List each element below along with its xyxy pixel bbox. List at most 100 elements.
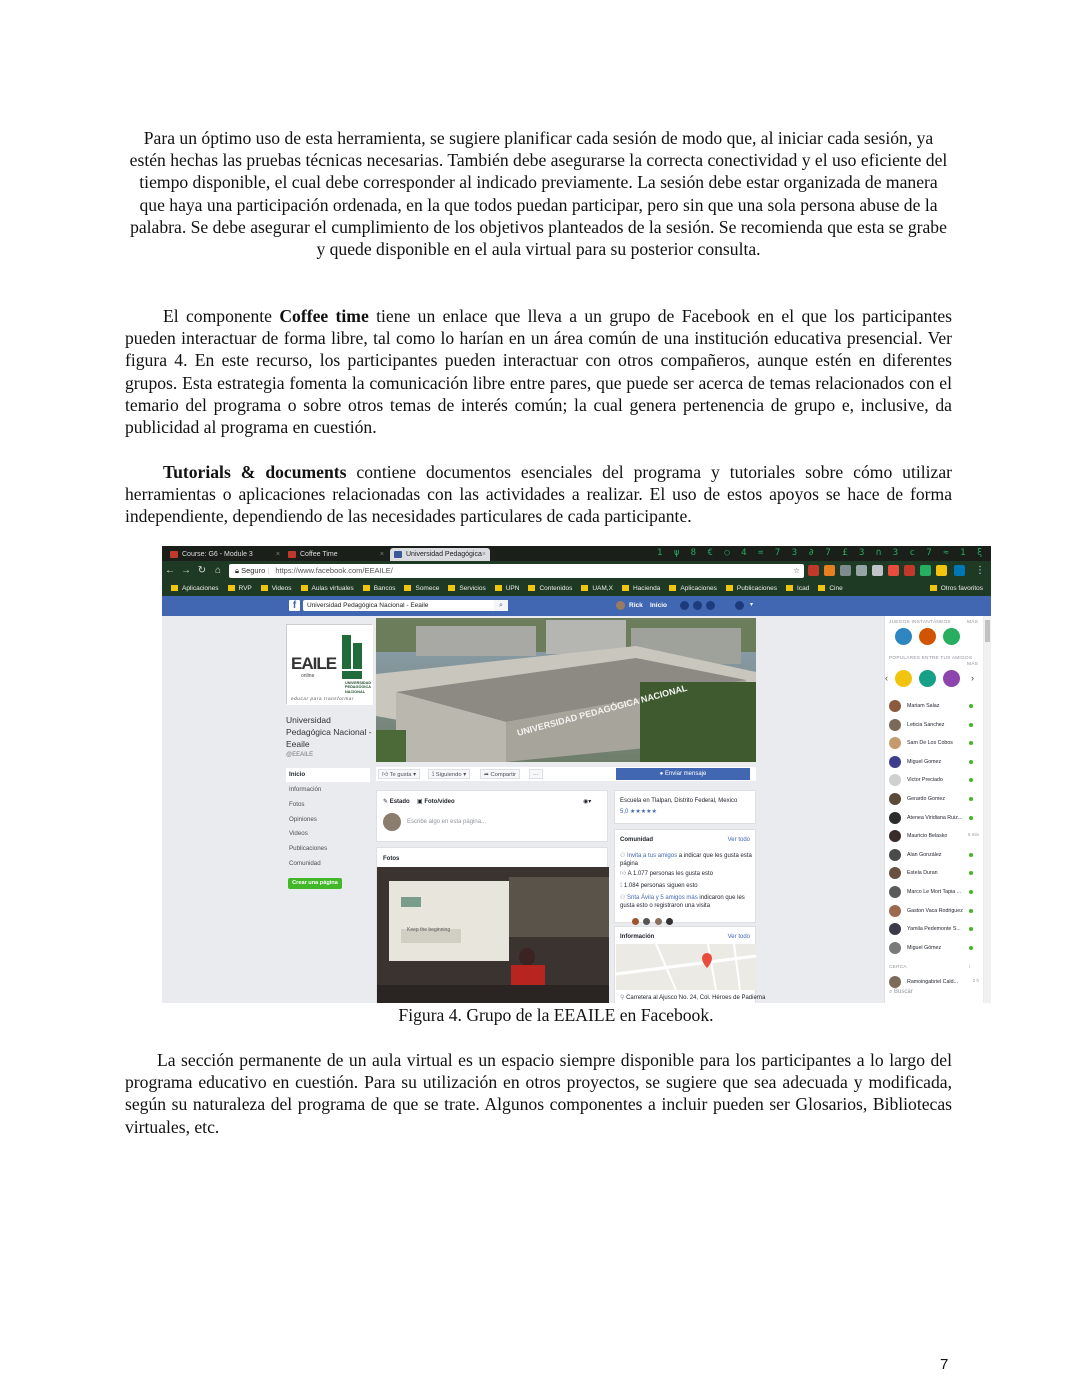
globe-chevron-icon[interactable]: ◉▾	[583, 798, 591, 806]
extension-icon[interactable]	[824, 565, 835, 576]
bookmark-item[interactable]: Bancos	[362, 581, 395, 596]
bookmark-star-icon[interactable]: ☆	[793, 564, 800, 578]
scrollbar-thumb[interactable]	[985, 620, 990, 642]
facebook-logo-icon[interactable]: f	[289, 600, 300, 611]
share-button[interactable]: ➦ Compartir	[480, 769, 520, 779]
nav-videos[interactable]: Videos	[286, 827, 370, 841]
close-tab-icon[interactable]: ×	[482, 548, 486, 561]
extension-icon[interactable]	[904, 565, 915, 576]
bookmark-item[interactable]: Publicaciones	[725, 581, 777, 596]
contact-row[interactable]: Leticia Sanchez	[889, 718, 981, 732]
status-tab[interactable]: ✎ Estado	[383, 798, 410, 806]
friends-icon[interactable]	[680, 601, 689, 610]
back-icon[interactable]: ←	[164, 565, 176, 577]
create-page-button[interactable]: Crear una página	[288, 878, 342, 889]
more-button[interactable]: ···	[529, 769, 543, 779]
chevron-right-icon[interactable]: ›	[971, 673, 974, 683]
bookmark-item[interactable]: Contenidos	[528, 581, 572, 596]
nav-fotos[interactable]: Fotos	[286, 798, 370, 812]
nav-inicio[interactable]: Inicio	[286, 768, 370, 782]
game-icon[interactable]	[895, 670, 912, 687]
chevron-down-icon[interactable]: ▾	[750, 600, 753, 611]
information-see-all-link[interactable]: Ver todo	[728, 933, 750, 941]
friends-link[interactable]: Srita Ávila y 5 amigos más	[627, 895, 698, 901]
contact-row[interactable]: Miguel Gomez	[889, 755, 981, 769]
search-icon[interactable]: ⌕	[494, 600, 508, 611]
community-see-all-link[interactable]: Ver todo	[728, 836, 750, 844]
close-tab-icon[interactable]: ×	[380, 548, 384, 561]
extension-icon[interactable]	[936, 565, 947, 576]
contact-row[interactable]: Yamila Pedemonte S...	[889, 923, 981, 936]
bookmark-item[interactable]: Servicios	[448, 581, 486, 596]
games-more-link[interactable]: MÁS	[967, 620, 978, 625]
messenger-icon[interactable]	[693, 601, 702, 610]
linkedin-icon[interactable]	[954, 565, 965, 576]
close-tab-icon[interactable]: ×	[276, 548, 280, 561]
follow-button[interactable]: ⟟ Siguiendo ▾	[428, 769, 471, 779]
profile-link[interactable]: Rick	[629, 600, 643, 611]
bookmark-item[interactable]: Icad	[786, 581, 809, 596]
bookmark-item[interactable]: UAM,X	[581, 581, 613, 596]
home-icon[interactable]: ⌂	[212, 565, 224, 577]
reload-icon[interactable]: ↻	[196, 565, 208, 577]
chevron-left-icon[interactable]: ‹	[885, 673, 888, 683]
bookmark-item[interactable]: Cine	[818, 581, 843, 596]
contact-row[interactable]: Miguel Gómez	[889, 941, 981, 955]
bookmark-item[interactable]: UPN	[494, 581, 519, 596]
composer-input[interactable]: Escribe algo en esta página...	[407, 818, 486, 826]
extension-icon[interactable]	[840, 565, 851, 576]
game-icon[interactable]	[919, 670, 936, 687]
extension-icon[interactable]	[872, 565, 883, 576]
contact-row[interactable]: Estela Duran	[889, 867, 981, 880]
presentation-photo[interactable]: Keep the beginning	[377, 867, 609, 1003]
bookmark-item[interactable]: Aplicaciones	[669, 581, 717, 596]
tab-coffee-time[interactable]: Coffee Time ×	[284, 548, 388, 561]
invite-friends-link[interactable]: Invita a tus amigos	[627, 853, 677, 859]
game-icon[interactable]	[895, 628, 912, 645]
other-bookmarks[interactable]: Otros favoritos	[929, 581, 983, 596]
contact-row[interactable]: Ramoingabriel Cald... 2 h	[889, 976, 981, 989]
popular-more-link[interactable]: MÁS	[967, 662, 978, 667]
bookmark-item[interactable]: Hacienda	[621, 581, 660, 596]
tab-course[interactable]: Course: G6 - Module 3 ×	[166, 548, 284, 561]
contact-row[interactable]: Marco Le Mort Tapia ...	[889, 886, 981, 899]
contact-row[interactable]: Atenea Viridiana Ruiz...	[889, 811, 981, 825]
scrollbar[interactable]	[984, 616, 991, 1003]
home-link[interactable]: Inicio	[650, 600, 667, 611]
info-icon[interactable]: i	[969, 965, 970, 970]
globe-icon[interactable]	[706, 601, 715, 610]
nav-informacion[interactable]: Información	[286, 783, 370, 797]
forward-icon[interactable]: →	[180, 565, 192, 577]
extension-icon[interactable]	[808, 565, 819, 576]
send-message-button[interactable]: ● Enviar mensaje	[616, 768, 750, 780]
location-map[interactable]	[616, 944, 756, 990]
contact-row[interactable]: Gerardo Gomez	[889, 793, 981, 806]
bookmark-item[interactable]: Videos	[260, 581, 292, 596]
game-icon[interactable]	[943, 670, 960, 687]
help-icon[interactable]	[735, 601, 744, 610]
contact-row[interactable]: Alan González	[889, 848, 981, 862]
avatar[interactable]	[616, 601, 625, 610]
cover-photo[interactable]: UNIVERSIDAD PEDAGÓGICA NACIONAL	[376, 618, 756, 762]
game-icon[interactable]	[919, 628, 936, 645]
chat-search-input[interactable]: ⌕ Buscar	[889, 989, 913, 996]
bookmark-item[interactable]: RVP	[227, 581, 252, 596]
tab-universidad[interactable]: Universidad Pedagógica ×	[390, 548, 490, 561]
bookmark-item[interactable]: Aplicaciones	[171, 581, 219, 596]
like-button[interactable]: 👍︎ Te gusta ▾	[378, 769, 421, 779]
contact-row[interactable]: Mariam Salaz	[889, 700, 981, 713]
page-profile-logo[interactable]: EAILE online UNIVERSIDAD PEDAGÓGICA NACI…	[286, 624, 373, 705]
photo-video-tab[interactable]: ▣ Foto/video	[417, 798, 455, 806]
contact-row[interactable]: Mauricio Belasko 5 min	[889, 830, 981, 843]
contact-row[interactable]: Gaston Vaca Rodriguez	[889, 904, 981, 918]
extension-icon[interactable]	[920, 565, 931, 576]
bookmark-item[interactable]: Somece	[404, 581, 439, 596]
facebook-search-input[interactable]: Universidad Pedagógica Nacional - Eeaile…	[303, 600, 508, 611]
nav-comunidad[interactable]: Comunidad	[286, 857, 370, 871]
contact-row[interactable]: Sam De Los Cobos	[889, 737, 981, 750]
game-icon[interactable]	[943, 628, 960, 645]
nav-opiniones[interactable]: Opiniones	[286, 813, 370, 827]
menu-icon[interactable]: ⋮	[974, 565, 986, 577]
extension-icon[interactable]	[888, 565, 899, 576]
contact-row[interactable]: Victor Preciado	[889, 774, 981, 787]
